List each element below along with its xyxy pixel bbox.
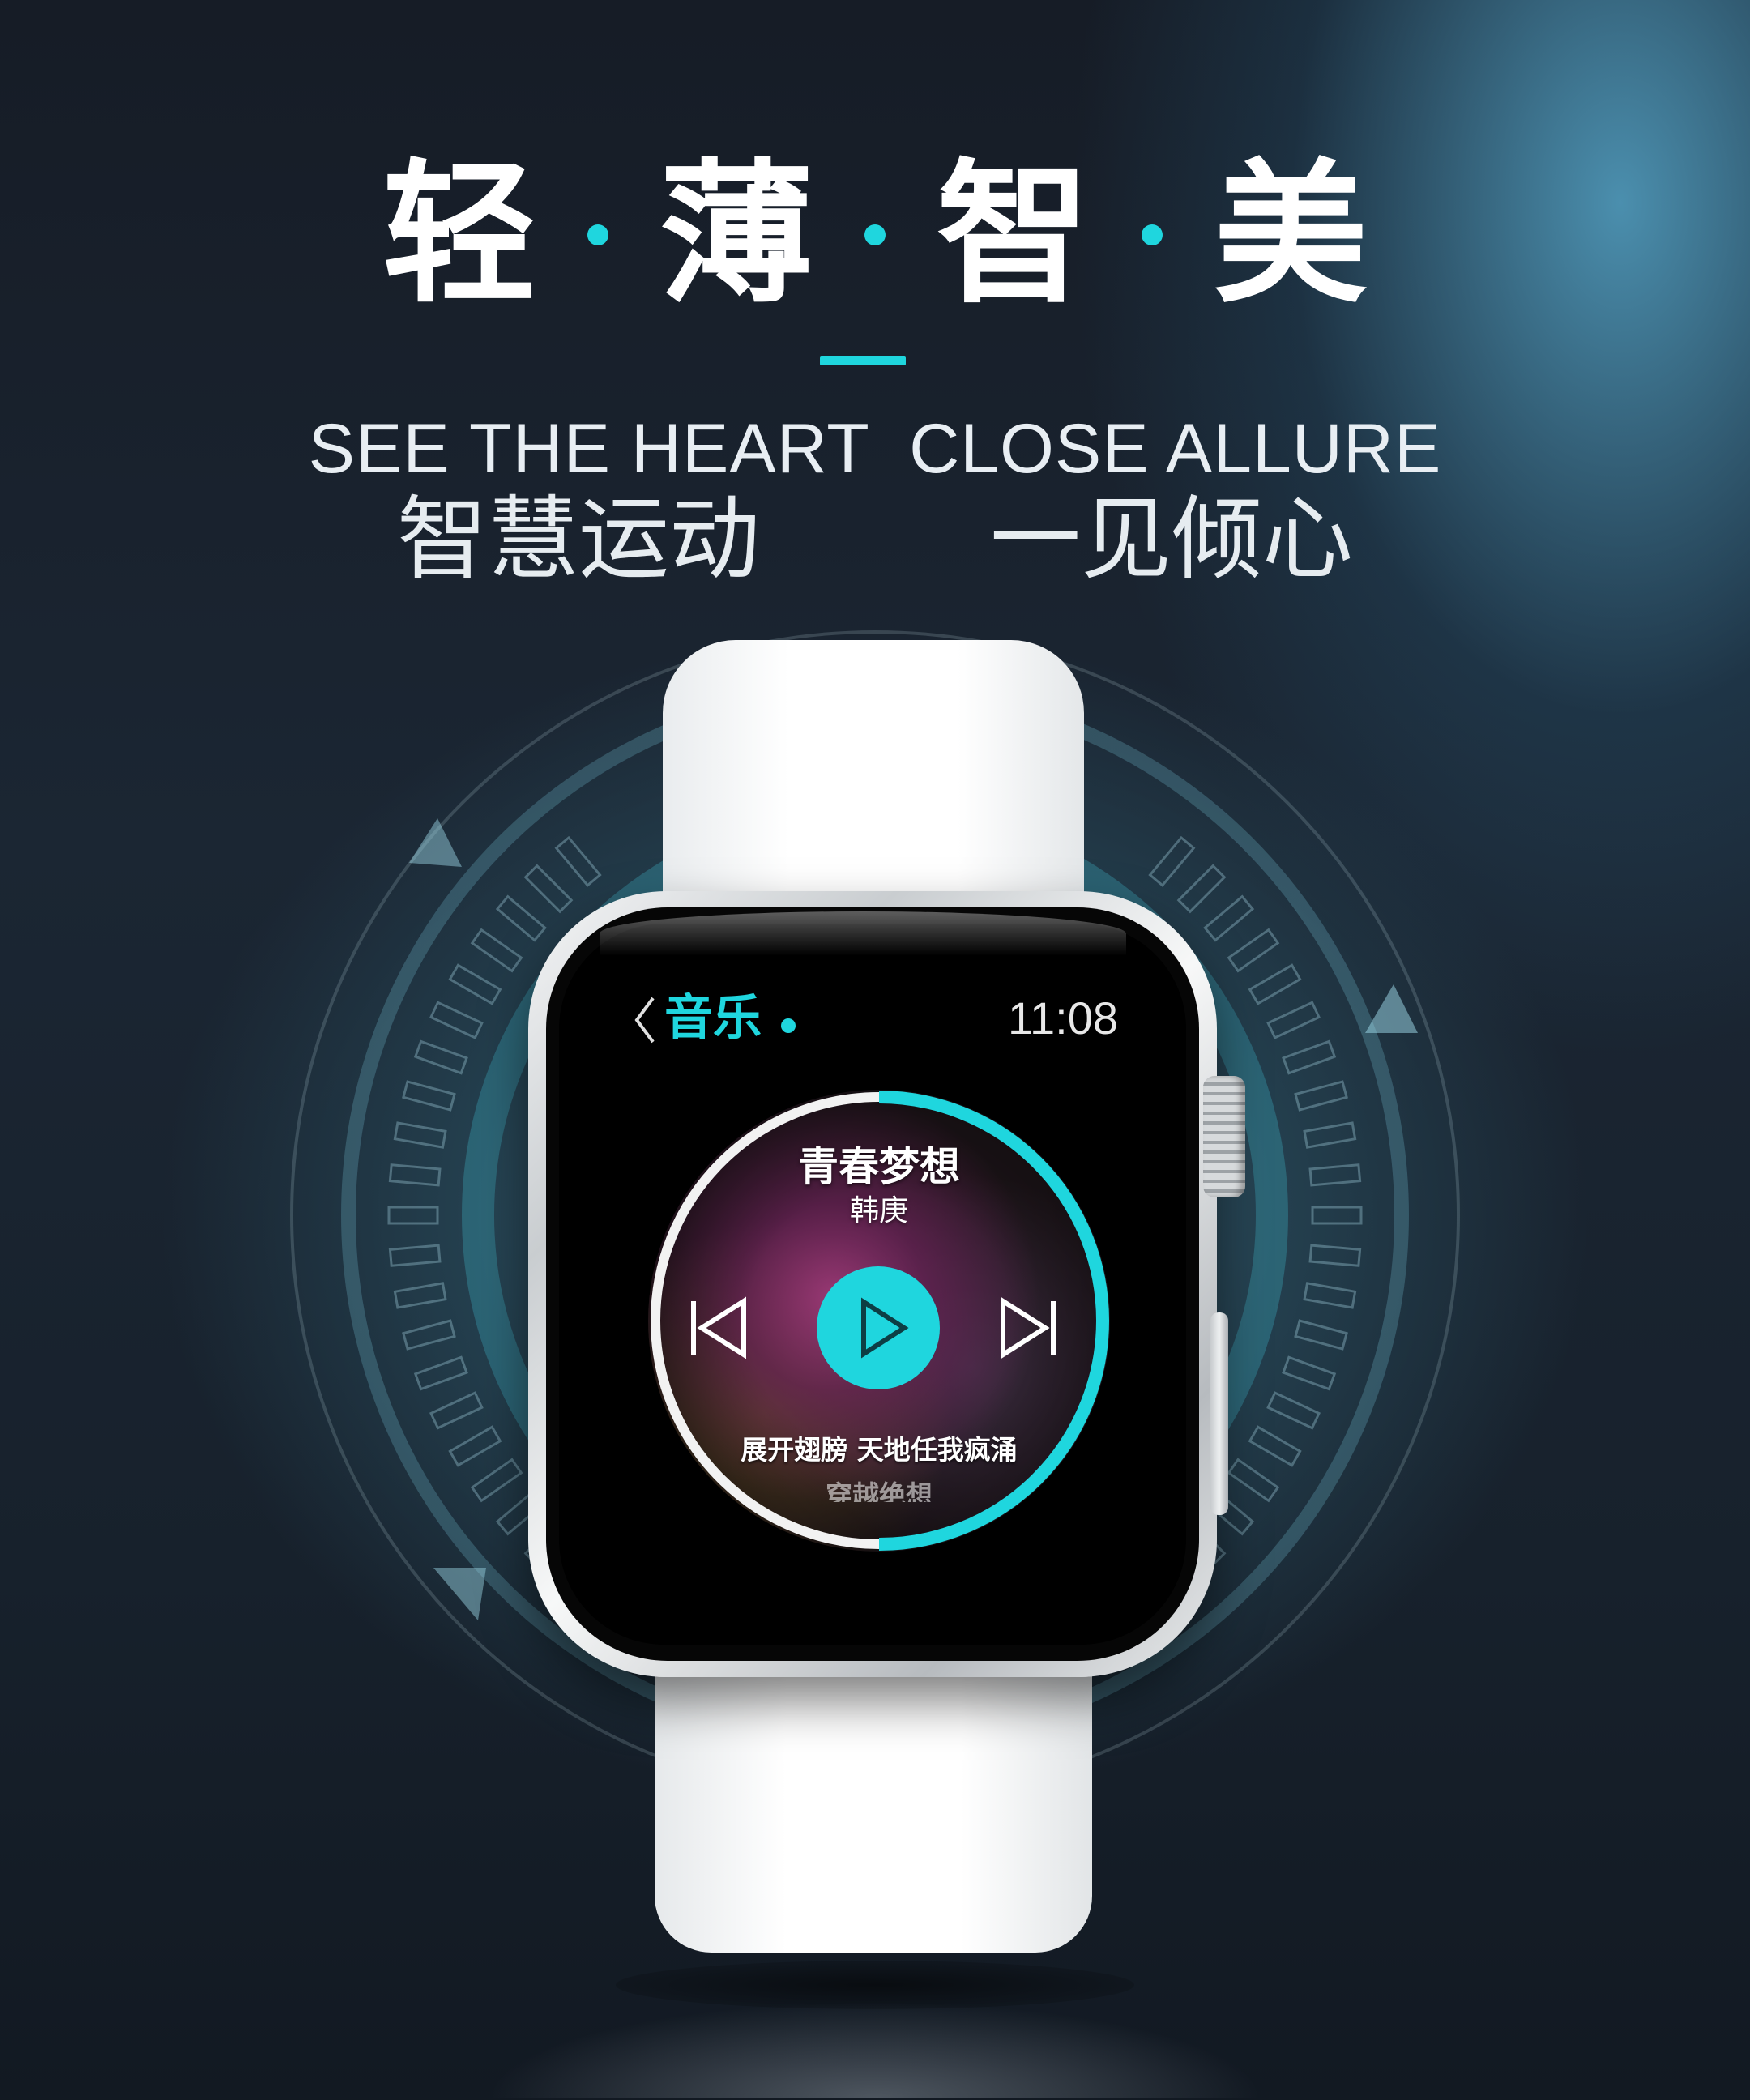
tagline-english: SEE THE HEART CLOSE ALLURE	[308, 410, 1442, 488]
lyric-current: 展开翅膀 天地任我疯涌	[741, 1434, 1018, 1466]
headline: 轻 薄 智 美	[0, 146, 1750, 324]
accent-divider	[820, 356, 906, 365]
side-button[interactable]	[1210, 1312, 1228, 1515]
tick-mark	[388, 1244, 442, 1267]
app-title: 音乐	[664, 990, 762, 1047]
play-icon	[861, 1297, 909, 1359]
headline-dot-icon	[1142, 224, 1163, 245]
tick-mark	[1266, 1391, 1321, 1430]
tick-mark	[554, 835, 602, 887]
play-button[interactable]	[817, 1266, 940, 1389]
tick-mark	[1303, 1121, 1357, 1149]
skip-previous-icon[interactable]	[687, 1296, 752, 1359]
tick-mark	[495, 894, 547, 942]
tagline-chinese-right: 一见倾心	[990, 487, 1353, 592]
headline-char-1: 轻	[382, 145, 536, 324]
tick-mark	[402, 1080, 456, 1112]
tick-mark	[429, 1391, 484, 1430]
chevron-left-icon[interactable]	[632, 995, 656, 1045]
tick-mark	[1311, 1206, 1363, 1225]
tick-mark	[429, 1001, 484, 1039]
tick-mark	[1227, 928, 1280, 973]
tick-mark	[402, 1319, 456, 1351]
triangle-decor-right	[1365, 984, 1418, 1033]
tick-mark	[1248, 963, 1302, 1005]
tick-mark	[1294, 1319, 1348, 1351]
headline-dot-icon	[864, 224, 886, 245]
lyric-next: 穿越绝想	[826, 1479, 933, 1502]
tick-mark	[523, 864, 574, 914]
digital-crown[interactable]	[1203, 1076, 1245, 1197]
screen-glare	[600, 911, 1126, 956]
tick-mark	[1282, 1355, 1337, 1391]
tick-mark	[1227, 1458, 1280, 1503]
clock-time: 11:08	[1008, 992, 1118, 1044]
tick-mark	[448, 963, 502, 1005]
tick-mark	[1266, 1001, 1321, 1039]
triangle-decor-bottom-left	[433, 1568, 486, 1620]
status-dot-icon	[781, 1018, 796, 1033]
tick-mark	[393, 1121, 447, 1149]
tick-mark	[1248, 1425, 1302, 1467]
tick-mark	[448, 1425, 502, 1467]
tick-mark	[387, 1206, 439, 1225]
headline-char-2: 薄	[659, 145, 813, 324]
tagline-chinese: 智慧运动 一见倾心	[397, 494, 1353, 600]
tagline-chinese-left: 智慧运动	[397, 487, 760, 592]
tick-mark	[388, 1163, 442, 1187]
tick-mark	[1308, 1244, 1362, 1267]
headline-char-4: 美	[1213, 145, 1368, 324]
tick-mark	[470, 1458, 523, 1503]
tick-mark	[1148, 835, 1196, 887]
tick-mark	[1303, 1282, 1357, 1309]
triangle-decor-top-left	[409, 818, 462, 867]
headline-dot-icon	[587, 224, 608, 245]
tick-mark	[1294, 1080, 1348, 1112]
watch-band-top	[663, 640, 1084, 932]
tick-mark	[470, 928, 523, 973]
floor-glow	[486, 2001, 1264, 2098]
skip-next-icon[interactable]	[995, 1296, 1060, 1359]
tick-mark	[1308, 1163, 1362, 1187]
tick-mark	[1282, 1039, 1337, 1075]
song-title: 青春梦想	[798, 1143, 960, 1190]
tick-mark	[413, 1039, 468, 1075]
tick-mark	[393, 1282, 447, 1309]
artist-name: 韩庚	[849, 1194, 908, 1227]
tick-mark	[1176, 864, 1227, 914]
tick-mark	[413, 1355, 468, 1391]
tick-mark	[1203, 894, 1255, 942]
headline-char-3: 智	[936, 145, 1091, 324]
